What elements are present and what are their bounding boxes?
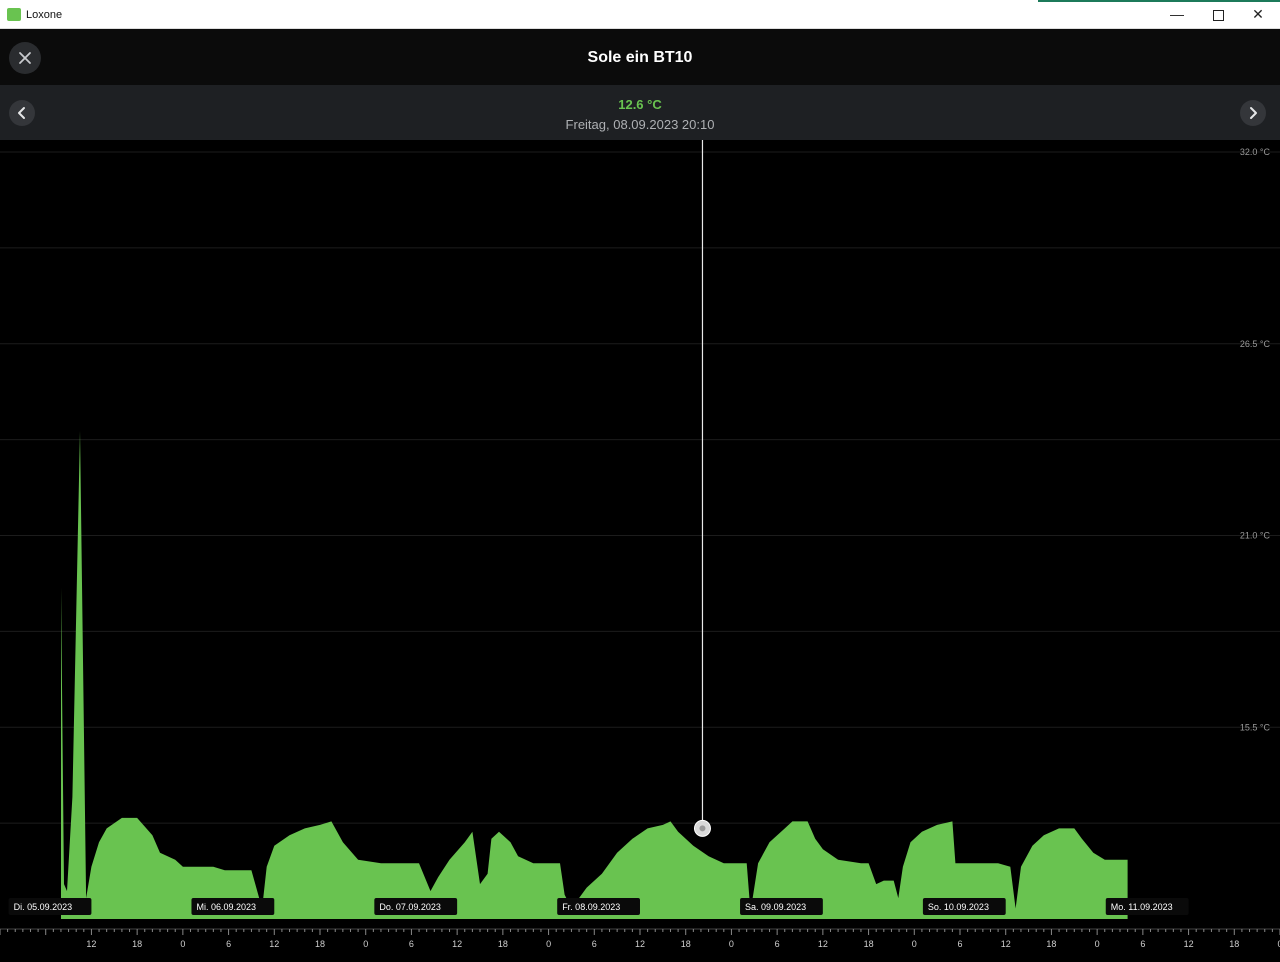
- loxone-app-icon: [7, 8, 21, 21]
- window-close-icon: ✕: [1252, 6, 1264, 22]
- window-close-button[interactable]: ✕: [1238, 0, 1278, 29]
- window-title: Loxone: [26, 9, 63, 21]
- y-tick-label: 32.0 °C: [1240, 147, 1271, 157]
- y-tick-label: 15.5 °C: [1240, 722, 1271, 732]
- minimize-button[interactable]: —: [1157, 0, 1197, 29]
- hour-label: 0: [546, 939, 551, 949]
- page-title: Sole ein BT10: [587, 49, 693, 66]
- y-tick-label: 21.0 °C: [1240, 531, 1271, 541]
- hour-label: 18: [132, 939, 142, 949]
- hour-label: 6: [957, 939, 962, 949]
- statistics-chart[interactable]: 32.0 °C 26.5 °C 21.0 °C 15.5 °C Di. 05.09.20…: [0, 140, 1280, 962]
- hour-label: 18: [864, 939, 874, 949]
- hour-label: 12: [635, 939, 645, 949]
- hour-label: 12: [1184, 939, 1194, 949]
- hour-label: 6: [226, 939, 231, 949]
- day-label: Sa. 09.09.2023: [745, 902, 806, 912]
- temperature-area: [61, 430, 1128, 919]
- day-label: Mo. 11.09.2023: [1111, 902, 1173, 912]
- selection-marker-center: [699, 825, 706, 832]
- hour-label: 18: [1046, 939, 1056, 949]
- day-label: So. 10.09.2023: [928, 902, 989, 912]
- maximize-button[interactable]: [1198, 0, 1238, 29]
- day-label: Mi. 06.09.2023: [196, 902, 256, 912]
- selected-value: 12.6 °C: [618, 97, 662, 112]
- day-label: Do. 07.09.2023: [379, 902, 441, 912]
- hour-label: 0: [363, 939, 368, 949]
- selected-datetime: Freitag, 08.09.2023 20:10: [565, 117, 715, 132]
- hour-label: 12: [269, 939, 279, 949]
- hour-label: 6: [1140, 939, 1145, 949]
- maximize-icon: [1212, 9, 1224, 21]
- hour-label: 0: [729, 939, 734, 949]
- hour-label: 18: [315, 939, 325, 949]
- day-label: Di. 05.09.2023: [14, 902, 73, 912]
- hour-label: 12: [452, 939, 462, 949]
- y-tick-label: 26.5 °C: [1240, 339, 1271, 349]
- hour-label: 0: [1095, 939, 1100, 949]
- hour-label: 12: [818, 939, 828, 949]
- hour-label: 6: [409, 939, 414, 949]
- hour-label: 0: [912, 939, 917, 949]
- hour-label: 0: [180, 939, 185, 949]
- hour-label: 12: [86, 939, 96, 949]
- hour-label: 6: [592, 939, 597, 949]
- hour-label: 18: [1229, 939, 1239, 949]
- hour-label: 6: [775, 939, 780, 949]
- minimize-icon: —: [1170, 6, 1184, 22]
- hour-label: 18: [498, 939, 508, 949]
- hour-label: 12: [1001, 939, 1011, 949]
- window-titlebar: Loxone — ✕: [0, 0, 1280, 29]
- day-label: Fr. 08.09.2023: [562, 902, 620, 912]
- hour-label: 18: [681, 939, 691, 949]
